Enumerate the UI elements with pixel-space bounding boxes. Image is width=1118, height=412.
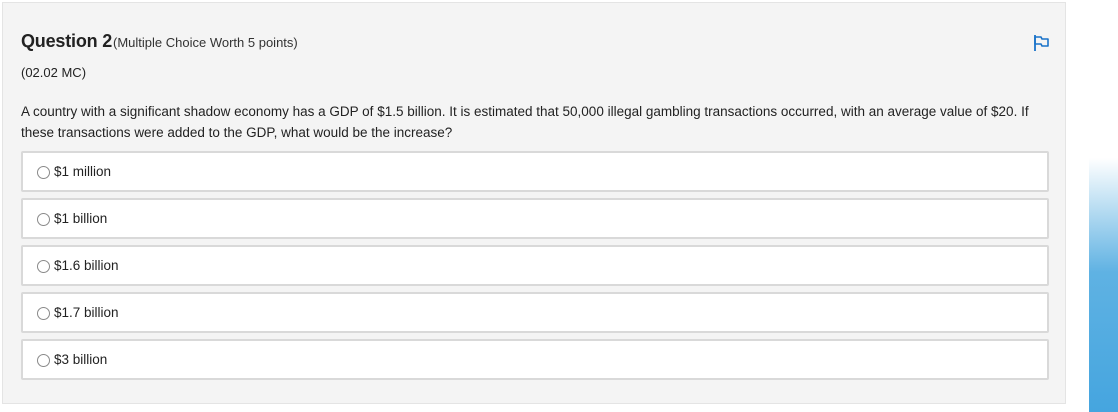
question-header: Question 2 (Multiple Choice Worth 5 poin… [21,31,298,52]
radio-button[interactable] [37,354,50,367]
answer-choice[interactable]: $1.6 billion [21,245,1049,286]
answer-choice-label: $1 million [54,164,112,179]
answer-choice[interactable]: $3 billion [21,339,1049,380]
answer-choice[interactable]: $1 million [21,151,1049,192]
question-text: A country with a significant shadow econ… [21,104,1029,140]
page: Question 2 (Multiple Choice Worth 5 poin… [0,0,1118,412]
answer-choice-label: $1 billion [54,211,108,226]
question-title: Question 2 [21,31,113,51]
radio-button[interactable] [37,260,50,273]
answer-choice-label: $3 billion [54,352,108,367]
question-card: Question 2 (Multiple Choice Worth 5 poin… [2,2,1066,404]
radio-button[interactable] [37,213,50,226]
flag-question-button[interactable] [1031,33,1051,53]
answer-choices: $1 million $1 billion $1.6 billion $1.7 … [21,151,1049,386]
flag-icon [1034,35,1049,51]
question-points: (Multiple Choice Worth 5 points) [113,35,298,50]
answer-choice[interactable]: $1.7 billion [21,292,1049,333]
answer-choice-label: $1.7 billion [54,305,119,320]
answer-choice[interactable]: $1 billion [21,198,1049,239]
question-code: (02.02 MC) [21,65,87,80]
answer-choice-label: $1.6 billion [54,258,119,273]
radio-button[interactable] [37,307,50,320]
side-panel-tab[interactable] [1089,158,1118,412]
radio-button[interactable] [37,166,50,179]
